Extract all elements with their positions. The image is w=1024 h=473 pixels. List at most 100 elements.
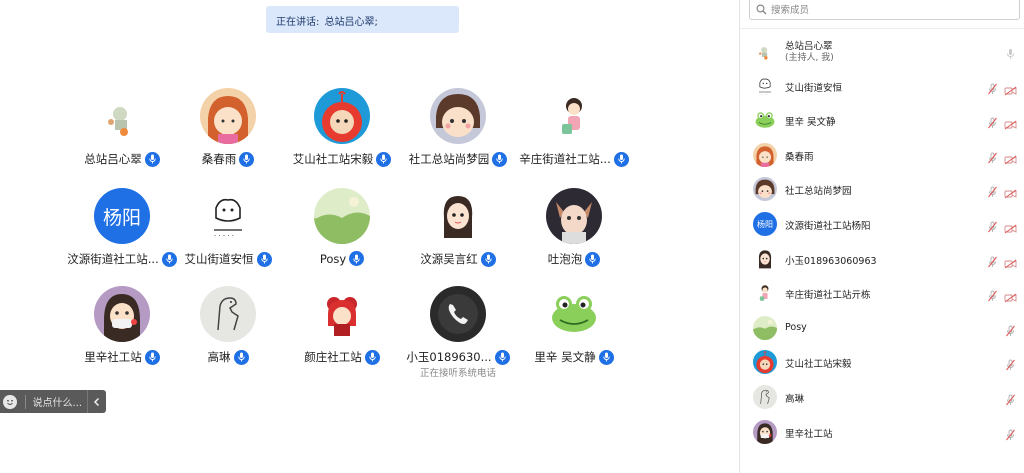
cartoon-face-avatar bbox=[430, 88, 486, 144]
microphone-muted-icon[interactable] bbox=[1005, 356, 1016, 375]
microphone-muted-icon[interactable] bbox=[987, 149, 998, 168]
member-avatar bbox=[753, 108, 777, 133]
participant-name: 汶源街道社工站... bbox=[67, 252, 159, 266]
svg-text:· · · · ·: · · · · · bbox=[214, 232, 234, 240]
member-search-input[interactable]: 搜索成员 bbox=[749, 0, 1020, 20]
participant-name-row: 汶源吴言红 bbox=[398, 251, 518, 267]
svg-text:· · · · ·: · · · · · bbox=[759, 92, 768, 96]
participant-name: Posy bbox=[319, 251, 347, 266]
participant-name: 桑春雨 bbox=[201, 152, 237, 166]
microphone-muted-icon[interactable] bbox=[1005, 322, 1016, 341]
microphone-icon bbox=[494, 349, 510, 365]
member-row[interactable]: 总站吕心翠 (主持人, 我) bbox=[740, 34, 1024, 68]
cartoon-figure-avatar bbox=[94, 88, 150, 144]
member-avatar bbox=[753, 281, 777, 306]
member-row[interactable]: 社工总站尚梦园 bbox=[740, 172, 1024, 206]
member-row[interactable]: 里辛 吴文静 bbox=[740, 103, 1024, 137]
chat-input[interactable]: 说点什么... bbox=[33, 394, 83, 409]
member-row[interactable]: · · · · · 艾山街道安恒 bbox=[740, 69, 1024, 103]
member-avatar: 杨阳 bbox=[753, 212, 777, 236]
chat-separator bbox=[24, 394, 26, 409]
member-row[interactable]: 高琳 bbox=[740, 380, 1024, 414]
member-avatar bbox=[753, 385, 777, 409]
microphone-muted-icon[interactable] bbox=[987, 253, 998, 272]
microphone-icon bbox=[144, 349, 160, 365]
participant-name-row: 社工总站尚梦园 bbox=[398, 151, 518, 167]
microphone-icon bbox=[585, 251, 601, 267]
camera-off-icon[interactable] bbox=[1004, 81, 1017, 100]
member-avatar bbox=[753, 39, 777, 63]
camera-off-icon[interactable] bbox=[1004, 184, 1017, 203]
microphone-icon bbox=[598, 349, 614, 365]
frog-avatar bbox=[546, 286, 602, 342]
search-icon bbox=[756, 3, 767, 14]
member-name: 艾山社工站宋毅 bbox=[785, 359, 852, 371]
speaking-indicator: 正在讲话: 总站吕心翠; bbox=[266, 6, 459, 33]
avatar-initials: 杨阳 bbox=[102, 206, 141, 229]
microphone-icon bbox=[613, 151, 629, 167]
microphone-muted-icon[interactable] bbox=[987, 183, 998, 202]
member-name: 里辛社工站 bbox=[785, 428, 833, 440]
collapse-chat-button[interactable] bbox=[86, 390, 106, 413]
member-row[interactable]: 里辛社工站 bbox=[740, 415, 1024, 449]
participant-name-row: 艾山社工站宋毅 bbox=[282, 151, 402, 167]
participant-name: 总站吕心翠 bbox=[84, 152, 142, 166]
emoji-icon[interactable] bbox=[3, 394, 17, 409]
speaking-prefix: 正在讲话: bbox=[276, 17, 320, 28]
member-panel: 搜索成员 总站吕心翠 (主持人, 我) · · · · · 艾山街道安恒里辛 吴文静桑… bbox=[739, 0, 1024, 473]
chat-bar[interactable]: 说点什么... bbox=[0, 390, 106, 413]
participant-name-row: 里辛 吴文静 bbox=[514, 349, 634, 365]
member-avatar bbox=[753, 419, 777, 444]
chevron-left-icon bbox=[93, 397, 99, 406]
member-name: 里辛 吴文静 bbox=[785, 117, 836, 129]
camera-off-icon[interactable] bbox=[1004, 219, 1017, 238]
microphone-muted-icon[interactable] bbox=[987, 218, 998, 237]
member-row[interactable]: 艾山社工站宋毅 bbox=[740, 345, 1024, 379]
landscape-avatar bbox=[314, 188, 370, 244]
member-row[interactable]: 桑春雨 bbox=[740, 138, 1024, 172]
participant-name: 艾山街道安恒 bbox=[184, 252, 254, 266]
member-row[interactable]: 杨阳 汶源街道社工站杨阳 bbox=[740, 207, 1024, 241]
camera-off-icon[interactable] bbox=[1004, 150, 1017, 169]
member-row[interactable]: Posy bbox=[740, 311, 1024, 345]
microphone-icon[interactable] bbox=[1005, 45, 1016, 64]
participant-name-row: 吐泡泡 bbox=[514, 251, 634, 267]
microphone-icon bbox=[349, 251, 365, 266]
microphone-muted-icon[interactable] bbox=[1005, 391, 1016, 410]
member-avatar bbox=[753, 315, 777, 340]
member-role: (主持人, 我) bbox=[785, 53, 834, 63]
red-hair-doll-avatar bbox=[314, 286, 370, 342]
participant-name-row: 艾山街道安恒 bbox=[168, 251, 288, 267]
initials-avatar: 杨阳 bbox=[94, 188, 150, 244]
microphone-icon bbox=[239, 151, 255, 167]
member-name: 小玉018963060963 bbox=[785, 255, 877, 267]
microphone-muted-icon[interactable] bbox=[1005, 426, 1016, 445]
microphone-muted-icon[interactable] bbox=[987, 287, 998, 306]
participant-name: 辛庄街道社工站... bbox=[519, 152, 611, 166]
participant-name-row: 桑春雨 bbox=[168, 151, 288, 167]
anime-girl-avatar bbox=[430, 188, 486, 244]
microphone-icon bbox=[144, 151, 160, 167]
participant-name: 里辛 吴文静 bbox=[534, 350, 596, 364]
participant-name-row: 里辛社工站 bbox=[62, 349, 182, 365]
member-avatar bbox=[753, 177, 777, 202]
member-name: 汶源街道社工站杨阳 bbox=[785, 221, 871, 232]
participant-name-row: 总站吕心翠 bbox=[62, 151, 182, 167]
participant-name-row: 高琳 bbox=[168, 349, 288, 365]
camera-off-icon[interactable] bbox=[1004, 115, 1017, 134]
member-avatar bbox=[753, 142, 777, 167]
member-avatar: · · · · · bbox=[753, 73, 777, 98]
girl-cartoon-avatar bbox=[200, 88, 256, 144]
teletubby-avatar bbox=[314, 88, 370, 144]
camera-off-icon[interactable] bbox=[1004, 288, 1017, 307]
participant-name: 高琳 bbox=[207, 350, 231, 364]
microphone-muted-icon[interactable] bbox=[987, 80, 998, 99]
participant-name: 小玉0189630... bbox=[406, 350, 492, 364]
member-row[interactable]: 辛庄街道社工站亓栋 bbox=[740, 276, 1024, 310]
member-name: Posy bbox=[785, 321, 807, 333]
member-row[interactable]: 小玉018963060963 bbox=[740, 242, 1024, 276]
sketch-dinosaur-avatar bbox=[200, 286, 256, 342]
microphone-muted-icon[interactable] bbox=[987, 114, 998, 133]
camera-off-icon[interactable] bbox=[1004, 254, 1017, 273]
member-name: 高琳 bbox=[785, 394, 805, 405]
